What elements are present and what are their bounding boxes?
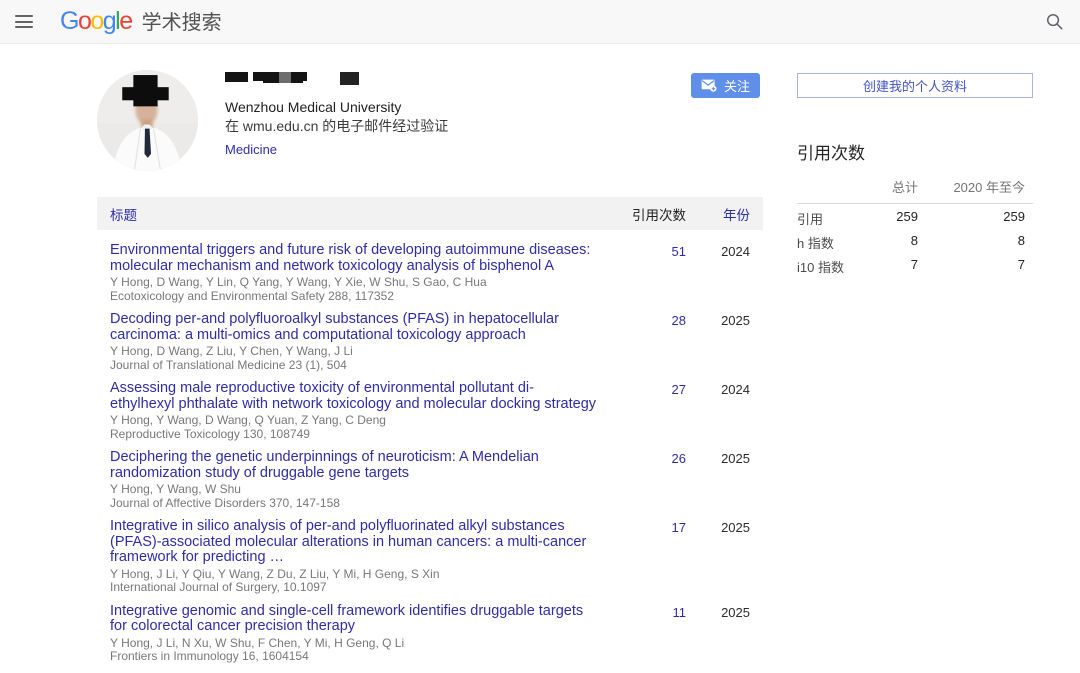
article-row: Decoding per-and polyfluoroalkyl substan… — [97, 312, 763, 372]
citations-row: h 指数 8 8 — [797, 233, 1033, 252]
article-row: Environmental triggers and future risk o… — [97, 243, 763, 303]
citations-row-since: 259 — [918, 209, 1033, 228]
article-year: 2025 — [686, 450, 763, 510]
article-year: 2025 — [686, 604, 763, 664]
profile-name-redacted — [225, 72, 385, 94]
sort-by-citations[interactable]: 引用次数 — [596, 204, 686, 224]
results-table-header: 标题 引用次数 年份 — [97, 197, 763, 230]
article-title-link[interactable]: Deciphering the genetic underpinnings of… — [110, 450, 596, 481]
article-row: Assessing male reproductive toxicity of … — [97, 381, 763, 441]
article-title-link[interactable]: Decoding per-and polyfluoroalkyl substan… — [110, 312, 596, 343]
citations-table: 总计 2020 年至今 引用 259 259 h 指数 8 8 i10 指数 7… — [797, 177, 1033, 276]
article-title-link[interactable]: Assessing male reproductive toxicity of … — [110, 381, 596, 412]
article-authors: Y Hong, Y Wang, W Shu — [110, 483, 596, 497]
follow-button[interactable]: 关注 — [691, 73, 760, 98]
article-cited-count[interactable]: 26 — [596, 450, 686, 510]
sort-by-title[interactable]: 标题 — [97, 204, 596, 224]
article-authors: Y Hong, J Li, N Xu, W Shu, F Chen, Y Mi,… — [110, 637, 596, 651]
article-year: 2024 — [686, 381, 763, 441]
scholar-logo[interactable]: Google 学术搜索 — [60, 9, 222, 34]
citations-row-since: 8 — [918, 233, 1033, 252]
citations-table-header: 总计 2020 年至今 — [797, 177, 1033, 204]
article-row: Integrative in silico analysis of per-an… — [97, 519, 763, 595]
article-venue: Journal of Translational Medicine 23 (1)… — [110, 359, 596, 373]
citations-row: 引用 259 259 — [797, 209, 1033, 228]
citations-row-label: i10 指数 — [797, 257, 860, 276]
article-year: 2025 — [686, 312, 763, 372]
article-authors: Y Hong, D Wang, Y Lin, Q Yang, Y Wang, Y… — [110, 276, 596, 290]
create-profile-button[interactable]: 创建我的个人资料 — [797, 73, 1033, 98]
article-title-link[interactable]: Integrative genomic and single-cell fram… — [110, 604, 596, 635]
articles-list: Environmental triggers and future risk o… — [97, 243, 763, 673]
article-row: Deciphering the genetic underpinnings of… — [97, 450, 763, 510]
scholar-product-name: 学术搜索 — [142, 13, 222, 33]
verified-email: 在 wmu.edu.cn 的电子邮件经过验证 — [225, 117, 448, 136]
citations-col-all: 总计 — [860, 177, 918, 196]
article-authors: Y Hong, J Li, Y Qiu, Y Wang, Z Du, Z Liu… — [110, 568, 596, 582]
article-venue: Reproductive Toxicology 130, 108749 — [110, 428, 596, 442]
article-cited-count[interactable]: 11 — [596, 604, 686, 664]
article-cited-count[interactable]: 28 — [596, 312, 686, 372]
article-authors: Y Hong, D Wang, Z Liu, Y Chen, Y Wang, J… — [110, 345, 596, 359]
article-authors: Y Hong, Y Wang, D Wang, Q Yuan, Z Yang, … — [110, 414, 596, 428]
article-venue: Journal of Affective Disorders 370, 147-… — [110, 497, 596, 511]
article-row: Integrative genomic and single-cell fram… — [97, 604, 763, 664]
profile-sidebar: 创建我的个人资料 引用次数 总计 2020 年至今 引用 259 259 h 指… — [797, 44, 1033, 276]
menu-icon[interactable] — [15, 12, 33, 32]
follow-envelope-icon — [701, 79, 717, 92]
article-cited-count[interactable]: 27 — [596, 381, 686, 441]
article-cited-count[interactable]: 51 — [596, 243, 686, 303]
top-bar: Google 学术搜索 — [0, 0, 1080, 44]
citations-row-all: 8 — [860, 233, 918, 252]
citations-col-since: 2020 年至今 — [918, 177, 1033, 196]
article-title-link[interactable]: Integrative in silico analysis of per-an… — [110, 519, 596, 566]
interest-link-medicine[interactable]: Medicine — [225, 142, 448, 157]
article-venue: Frontiers in Immunology 16, 1604154 — [110, 650, 596, 664]
citations-row: i10 指数 7 7 — [797, 257, 1033, 276]
article-year: 2025 — [686, 519, 763, 595]
citations-row-since: 7 — [918, 257, 1033, 276]
avatar — [97, 70, 198, 171]
profile-info: Wenzhou Medical University 在 wmu.edu.cn … — [225, 72, 448, 157]
citations-row-all: 7 — [860, 257, 918, 276]
article-venue: International Journal of Surgery, 10.109… — [110, 581, 596, 595]
search-icon[interactable] — [1045, 12, 1064, 36]
citations-panel-title: 引用次数 — [797, 139, 1033, 164]
profile-affiliation: Wenzhou Medical University — [225, 98, 448, 117]
article-title-link[interactable]: Environmental triggers and future risk o… — [110, 243, 596, 274]
citations-row-label: h 指数 — [797, 233, 860, 252]
google-logo: Google — [60, 9, 132, 34]
article-venue: Ecotoxicology and Environmental Safety 2… — [110, 290, 596, 304]
article-year: 2024 — [686, 243, 763, 303]
sort-by-year[interactable]: 年份 — [686, 204, 763, 224]
citations-row-all: 259 — [860, 209, 918, 228]
follow-label: 关注 — [724, 76, 750, 95]
article-cited-count[interactable]: 17 — [596, 519, 686, 595]
citations-row-label: 引用 — [797, 209, 860, 228]
